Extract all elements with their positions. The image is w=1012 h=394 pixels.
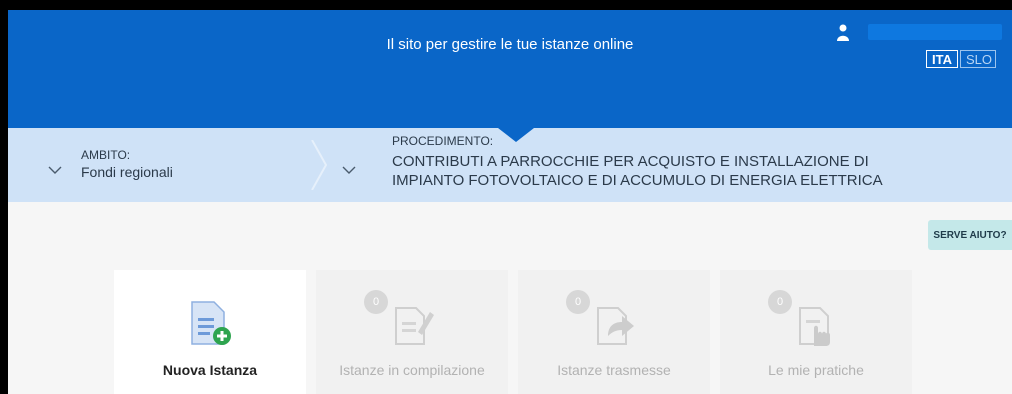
count-badge: 0 (768, 290, 792, 314)
header-bar: Il sito per gestire le tue istanze onlin… (8, 10, 1012, 128)
language-ita-button[interactable]: ITA (926, 50, 958, 68)
send-document-icon (597, 307, 634, 345)
ambito-label: AMBITO: (81, 148, 131, 162)
hand-document-icon (799, 307, 830, 346)
card-sent[interactable]: 0 Istanze trasmesse (518, 270, 710, 394)
card-title: Nuova Istanza (162, 362, 258, 378)
page: Il sito per gestire le tue istanze onlin… (8, 10, 1012, 394)
edit-document-icon (395, 307, 434, 345)
procedimento-chevron-down-icon[interactable] (342, 166, 356, 174)
card-new-instance[interactable]: Nuova Istanza (114, 270, 306, 394)
card-my-files[interactable]: 0 Le mie pratiche (720, 270, 912, 394)
new-document-icon (191, 301, 231, 345)
language-slo-button[interactable]: SLO (960, 50, 996, 68)
site-tagline: Il sito per gestire le tue istanze onlin… (386, 36, 634, 53)
ambito-chevron-down-icon[interactable] (48, 166, 62, 174)
card-drafts[interactable]: 0 Istanze in compilazione (316, 270, 508, 394)
header-pointer (498, 128, 534, 142)
card-title: Istanze in compilazione (339, 362, 485, 378)
card-title: Le mie pratiche (768, 362, 864, 378)
procedimento-value[interactable]: CONTRIBUTI A PARROCCHIE PER ACQUISTO E I… (392, 152, 912, 190)
procedimento-label: PROCEDIMENTO: (392, 134, 494, 148)
breadcrumb-separator-icon (311, 140, 328, 190)
count-badge: 0 (566, 290, 590, 314)
user-icon[interactable] (836, 24, 850, 42)
user-name[interactable] (868, 24, 1002, 40)
ambito-value[interactable]: Fondi regionali (81, 164, 173, 180)
count-badge: 0 (364, 290, 388, 314)
card-title: Istanze trasmesse (557, 362, 671, 378)
help-button[interactable]: SERVE AIUTO? (928, 220, 1012, 250)
